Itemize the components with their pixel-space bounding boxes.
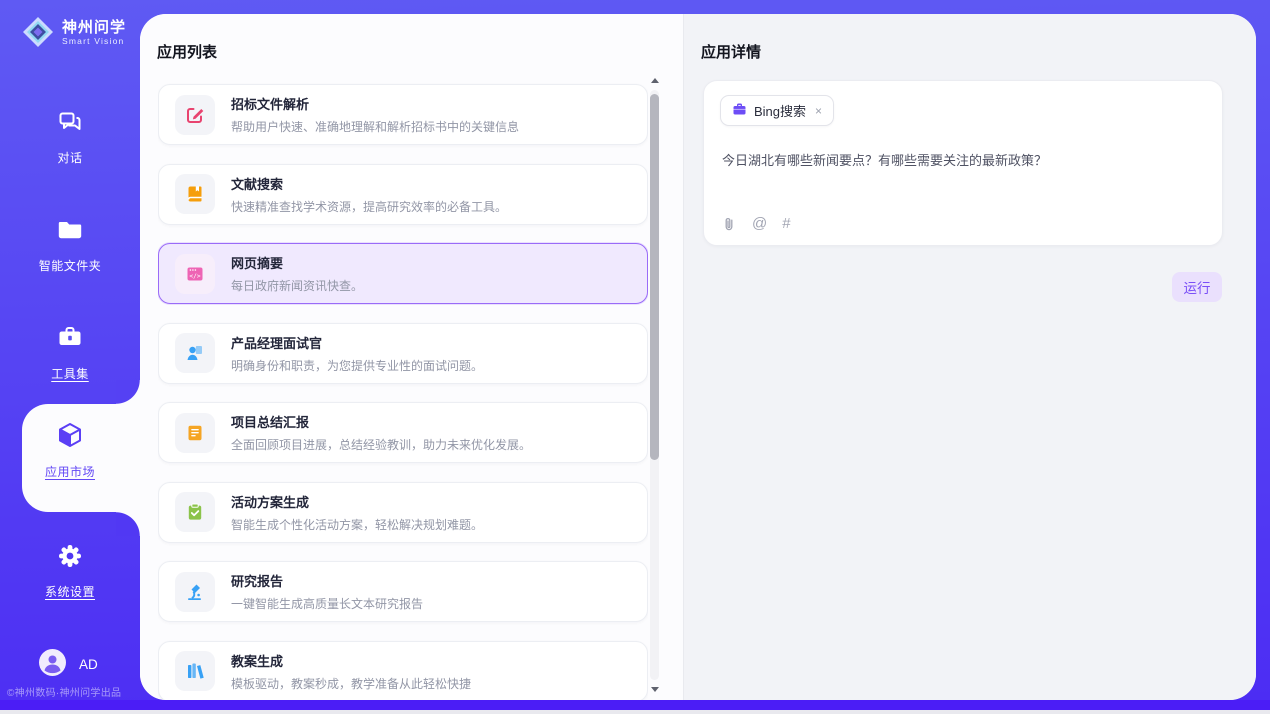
research-icon [175, 572, 215, 612]
active-indicator-curve-top [116, 380, 140, 404]
gear-icon [56, 542, 84, 575]
app-list-pane: 应用列表 招标文件解析帮助用户快速、准确地理解和解析招标书中的关键信息文献搜索快… [140, 14, 683, 700]
app-desc: 智能生成个性化活动方案，轻松解决规划难题。 [231, 516, 483, 533]
sidebar-item-settings[interactable]: 系统设置 [0, 542, 140, 600]
attachment-icon[interactable] [721, 216, 737, 232]
cube-icon [55, 420, 85, 455]
sidebar: 神州问学 Smart Vision 对话 智能文件夹 [0, 0, 140, 714]
browser-code-icon: </> [175, 254, 215, 294]
interviewer-icon [175, 333, 215, 373]
sidebar-item-chat[interactable]: 对话 [0, 108, 140, 166]
memo-icon [175, 413, 215, 453]
main-panel: 应用列表 招标文件解析帮助用户快速、准确地理解和解析招标书中的关键信息文献搜索快… [140, 14, 1256, 700]
svg-text:</>: </> [189, 273, 200, 280]
app-card-5[interactable]: 项目总结汇报全面回顾项目进展，总结经验教训，助力未来优化发展。 [158, 402, 648, 463]
brand-subtitle: Smart Vision [62, 36, 126, 46]
brand-logo: 神州问学 Smart Vision [21, 15, 126, 49]
app-card-2[interactable]: 文献搜索快速精准查找学术资源，提高研究效率的必备工具。 [158, 164, 648, 225]
app-desc: 快速精准查找学术资源，提高研究效率的必备工具。 [231, 198, 507, 215]
user-label: AD [79, 657, 98, 672]
app-name: 项目总结汇报 [231, 412, 531, 431]
chip-close-icon[interactable]: × [815, 104, 822, 118]
app-card-6[interactable]: 活动方案生成智能生成个性化活动方案，轻松解决规划难题。 [158, 482, 648, 543]
query-text[interactable]: 今日湖北有哪些新闻要点？有哪些需要关注的最新政策？ [722, 150, 1204, 169]
scroll-up-icon[interactable] [651, 78, 659, 83]
folder-icon [56, 216, 84, 249]
sidebar-item-label: 智能文件夹 [39, 257, 102, 274]
app-list-title: 应用列表 [157, 41, 217, 62]
briefcase-icon [732, 102, 747, 120]
scroll-down-icon[interactable] [651, 687, 659, 692]
app-detail-pane: 应用详情 Bing搜索 × 今日湖北有哪些新闻要点？有哪些需要关注的最新政策？ [683, 14, 1256, 700]
hash-icon[interactable]: # [782, 215, 790, 232]
edit-document-icon [175, 95, 215, 135]
app-name: 招标文件解析 [231, 94, 519, 113]
app-desc: 帮助用户快速、准确地理解和解析招标书中的关键信息 [231, 118, 519, 135]
user-avatar-icon [39, 649, 66, 679]
app-name: 文献搜索 [231, 174, 507, 193]
chat-icon [56, 108, 84, 141]
tool-chip-label: Bing搜索 [754, 101, 806, 120]
prompt-card: Bing搜索 × 今日湖北有哪些新闻要点？有哪些需要关注的最新政策？ @ # [703, 80, 1223, 246]
brand-logo-icon [21, 15, 55, 49]
app-list: 招标文件解析帮助用户快速、准确地理解和解析招标书中的关键信息文献搜索快速精准查找… [158, 70, 648, 700]
app-desc: 模板驱动，教案秒成，教学准备从此轻松快捷 [231, 675, 471, 692]
sidebar-item-label: 系统设置 [45, 583, 95, 600]
run-button[interactable]: 运行 [1172, 272, 1222, 302]
scrollbar-thumb[interactable] [650, 94, 659, 460]
app-name: 产品经理面试官 [231, 333, 483, 352]
app-desc: 每日政府新闻资讯快查。 [231, 277, 363, 294]
app-card-1[interactable]: 招标文件解析帮助用户快速、准确地理解和解析招标书中的关键信息 [158, 84, 648, 145]
brand-name: 神州问学 [62, 19, 126, 36]
app-name: 网页摘要 [231, 253, 363, 272]
mention-icon[interactable]: @ [752, 215, 767, 232]
app-card-3[interactable]: </> 网页摘要每日政府新闻资讯快查。 [158, 243, 648, 304]
bottom-bar [0, 700, 1270, 710]
app-desc: 一键智能生成高质量长文本研究报告 [231, 595, 423, 612]
app-detail-title: 应用详情 [701, 41, 761, 62]
app-window: 神州问学 Smart Vision 对话 智能文件夹 [0, 0, 1270, 714]
active-indicator-curve-bottom [116, 512, 140, 536]
app-desc: 全面回顾项目进展，总结经验教训，助力未来优化发展。 [231, 436, 531, 453]
app-desc: 明确身份和职责，为您提供专业性的面试问题。 [231, 357, 483, 374]
app-card-7[interactable]: 研究报告一键智能生成高质量长文本研究报告 [158, 561, 648, 622]
app-card-4[interactable]: 产品经理面试官明确身份和职责，为您提供专业性的面试问题。 [158, 323, 648, 384]
clipboard-check-icon [175, 492, 215, 532]
user-profile[interactable]: AD [39, 649, 98, 679]
sidebar-item-app-market[interactable]: 应用市场 [0, 420, 140, 480]
tool-chip[interactable]: Bing搜索 × [720, 95, 834, 126]
app-name: 教案生成 [231, 651, 471, 670]
bottom-strip [0, 710, 1270, 714]
book-icon [175, 174, 215, 214]
app-card-8[interactable]: 教案生成模板驱动，教案秒成，教学准备从此轻松快捷 [158, 641, 648, 701]
books-icon [175, 651, 215, 691]
composer-toolbar: @ # [721, 215, 791, 232]
sidebar-item-label: 应用市场 [45, 463, 95, 480]
copyright-text: ©神州数码·神州问学出品 [7, 684, 143, 699]
sidebar-item-label: 工具集 [51, 365, 89, 382]
app-name: 活动方案生成 [231, 492, 483, 511]
app-list-scrollbar[interactable] [650, 78, 660, 692]
sidebar-item-toolset[interactable]: 工具集 [0, 324, 140, 382]
app-name: 研究报告 [231, 571, 423, 590]
toolbox-icon [56, 324, 84, 357]
sidebar-item-smart-folders[interactable]: 智能文件夹 [0, 216, 140, 274]
sidebar-item-label: 对话 [57, 149, 82, 166]
